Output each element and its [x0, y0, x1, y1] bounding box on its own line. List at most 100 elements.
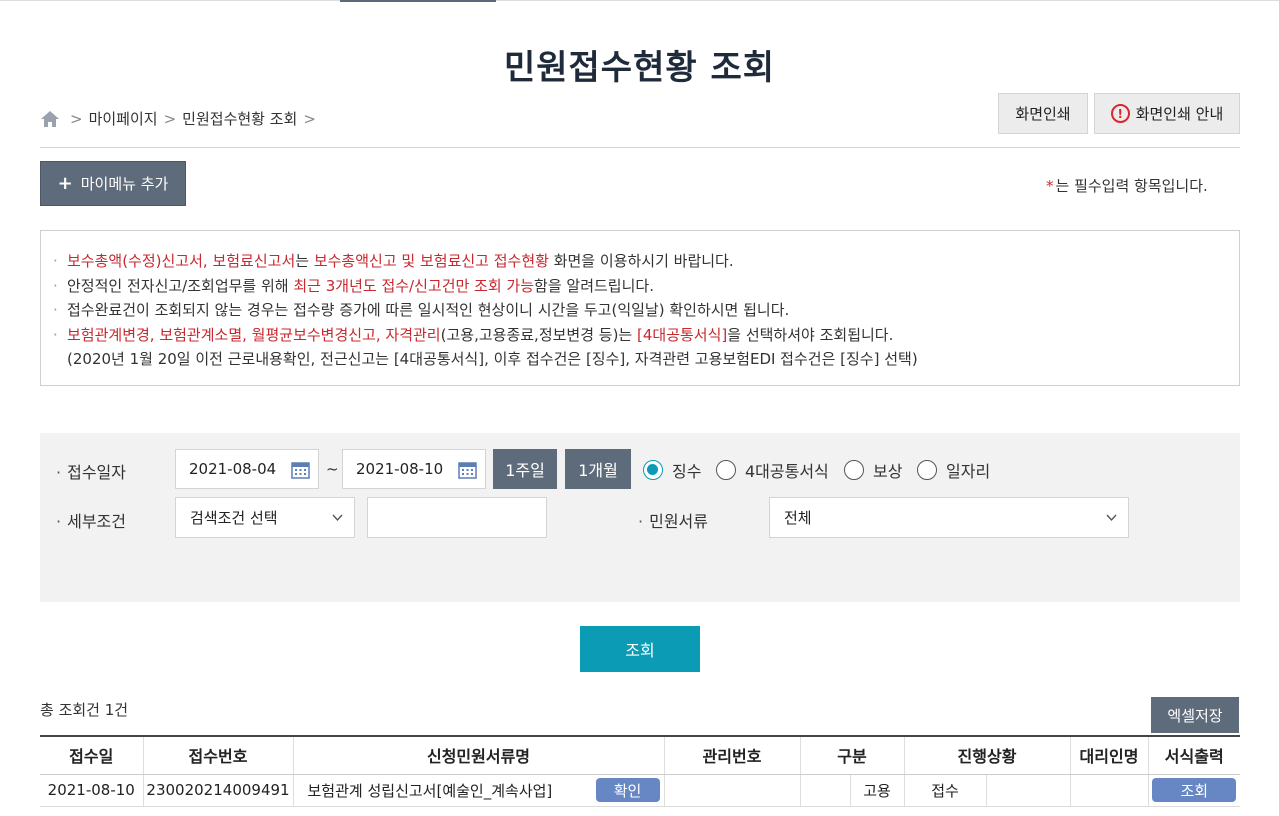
form-print-button[interactable]: 조회	[1152, 778, 1237, 802]
date-to-value: 2021-08-10	[356, 460, 444, 478]
chevron-right-icon: >	[303, 109, 316, 128]
search-button[interactable]: 조회	[580, 626, 700, 672]
radio-compensation[interactable]: 보상	[844, 458, 902, 482]
type-value: 고용	[863, 781, 891, 800]
plus-icon: +	[57, 173, 73, 194]
divider	[40, 147, 1240, 148]
radio-jobs[interactable]: 일자리	[917, 458, 990, 482]
col-header: 대리인명	[1070, 735, 1149, 775]
chevron-down-icon	[1106, 514, 1117, 522]
search-button-label: 조회	[625, 641, 655, 660]
notice-text: 접수완료건이 조회되지 않는 경우는 접수량 증가에 따른 일시적인 현상이니 …	[67, 301, 790, 320]
excel-save-button[interactable]: 엑셀저장	[1151, 697, 1239, 733]
date-from-value: 2021-08-04	[189, 460, 277, 478]
table-header-row: 접수일 접수번호 신청민원서류명 관리번호 구분 진행상황 대리인명 서식출력	[40, 735, 1240, 775]
doc-type-select[interactable]: 전체	[769, 497, 1129, 538]
col-header: 서식출력	[1148, 735, 1240, 775]
chevron-down-icon	[332, 514, 343, 522]
breadcrumb-item-current: 민원접수현황 조회	[182, 110, 298, 128]
radio-label: 징수	[672, 462, 702, 481]
print-guide-button[interactable]: ! 화면인쇄 안내	[1094, 93, 1240, 134]
required-note-text: 는 필수입력 항목입니다.	[1055, 177, 1208, 195]
notice-line: · 접수완료건이 조회되지 않는 경우는 접수량 증가에 따른 일시적인 현상이…	[53, 298, 1239, 323]
add-mymenu-label: 마이메뉴 추가	[80, 175, 169, 193]
notice-text: 함을 알려드립니다.	[534, 276, 654, 295]
print-button[interactable]: 화면인쇄	[998, 93, 1088, 134]
notice-text: (2020년 1월 20일 이전 근로내용확인, 전근신고는 [4대공통서식],…	[67, 350, 918, 369]
notice-line: · 안정적인 전자신고/조회업무를 위해 최근 3개년도 접수/신고건만 조회 …	[53, 276, 654, 295]
calendar-icon[interactable]	[458, 460, 477, 479]
radio-label: 4대공통서식	[745, 462, 829, 481]
col-header: 관리번호	[664, 735, 801, 775]
col-header: 구분	[800, 735, 905, 775]
notice-line: (2020년 1월 20일 이전 근로내용확인, 전근신고는 [4대공통서식],…	[53, 347, 1239, 372]
cell-mgmt-number	[664, 774, 801, 807]
cell-print: 조회	[1148, 774, 1240, 807]
page-title: 민원접수현황 조회	[503, 48, 776, 88]
chevron-right-icon: >	[163, 109, 177, 128]
notice-text: 는	[295, 252, 314, 270]
cell-agent	[1070, 774, 1149, 807]
date-to-input[interactable]: 2021-08-10	[342, 449, 486, 489]
date-from-input[interactable]: 2021-08-04	[175, 449, 319, 489]
breadcrumb-item-mypage[interactable]: 마이페이지	[89, 108, 158, 129]
notice-line: · 보수총액(수정)신고서, 보험료신고서는 보수총액신고 및 보험료신고 접수…	[53, 252, 734, 270]
col-header: 진행상황	[904, 735, 1071, 775]
notice-text: 을 선택하셔야 조회됩니다.	[727, 325, 894, 344]
doc-name: 보험관계 성립신고서[예술인_계속사업]	[307, 781, 553, 800]
add-mymenu-button[interactable]: + 마이메뉴 추가	[40, 161, 186, 206]
home-icon[interactable]	[40, 109, 60, 129]
col-header: 접수번호	[143, 735, 294, 775]
calendar-icon[interactable]	[291, 460, 310, 479]
detail-select-value: 검색조건 선택	[190, 509, 278, 527]
notice-red-text: 최근 3개년도 접수/신고건만 조회 가능	[293, 276, 535, 295]
date-range-separator: ~	[326, 460, 339, 478]
date-label: · 접수일자	[56, 463, 126, 482]
cell-status: 접수	[904, 774, 1071, 807]
notice-box: · 보수총액(수정)신고서, 보험료신고서는 보수총액신고 및 보험료신고 접수…	[40, 230, 1240, 386]
print-button-label: 화면인쇄	[1015, 105, 1071, 123]
required-note: * 는 필수입력 항목입니다.	[1046, 175, 1208, 196]
period-1week-label: 1주일	[505, 461, 545, 480]
top-tab-strip	[0, 0, 1279, 3]
radio-label: 일자리	[946, 462, 991, 481]
cell-type: 고용	[800, 774, 905, 807]
notice-text: 화면을 이용하시기 바랍니다.	[548, 252, 734, 270]
period-1week-button[interactable]: 1주일	[493, 449, 557, 489]
detail-condition-select[interactable]: 검색조건 선택	[175, 497, 355, 538]
cell-number: 230020214009491	[143, 774, 294, 807]
notice-text: 안정적인 전자신고/조회업무를 위해	[67, 276, 294, 295]
confirm-button[interactable]: 확인	[595, 778, 660, 802]
breadcrumb: > 마이페이지 > 민원접수현황 조회 >	[40, 108, 322, 129]
radio-collection[interactable]: 징수	[643, 458, 701, 482]
notice-red-text: [4대공통서식]	[637, 325, 728, 344]
alert-icon: !	[1110, 104, 1130, 123]
radio-label: 보상	[873, 462, 903, 481]
period-1month-label: 1개월	[578, 461, 618, 480]
results-table: 접수일 접수번호 신청민원서류명 관리번호 구분 진행상황 대리인명 서식출력 …	[40, 735, 1240, 807]
period-1month-button[interactable]: 1개월	[565, 449, 631, 489]
radio-common-form[interactable]: 4대공통서식	[716, 458, 829, 482]
doc-select-value: 전체	[784, 509, 812, 527]
cell-date: 2021-08-10	[40, 774, 144, 807]
notice-text: (고용,고용종료,정보변경 등)는	[440, 325, 638, 344]
result-count: 총 조회건 1건	[40, 701, 129, 719]
col-header: 신청민원서류명	[293, 735, 665, 775]
radio-button[interactable]	[917, 460, 937, 480]
print-guide-label: 화면인쇄 안내	[1135, 105, 1224, 123]
radio-button[interactable]	[716, 460, 736, 480]
radio-button-selected[interactable]	[643, 460, 663, 480]
status-value: 접수	[905, 774, 987, 806]
notice-line: · 보험관계변경, 보험관계소멸, 월평균보수변경신고, 자격관리(고용,고용종…	[53, 325, 894, 344]
notice-red-text: 보험관계변경, 보험관계소멸, 월평균보수변경신고, 자격관리	[67, 325, 441, 344]
notice-red-text: 보수총액(수정)신고서, 보험료신고서	[67, 252, 296, 270]
col-header: 접수일	[40, 735, 144, 775]
notice-red-text: 보수총액신고 및 보험료신고 접수현황	[313, 252, 549, 270]
chevron-right-icon: >	[70, 109, 83, 128]
excel-save-label: 엑셀저장	[1167, 706, 1223, 725]
doc-type-label: · 민원서류	[638, 512, 708, 531]
table-row[interactable]: 2021-08-10 230020214009491 보험관계 성립신고서[예술…	[40, 774, 1240, 807]
detail-label: · 세부조건	[56, 512, 126, 531]
detail-keyword-input[interactable]	[367, 497, 547, 538]
radio-button[interactable]	[844, 460, 864, 480]
